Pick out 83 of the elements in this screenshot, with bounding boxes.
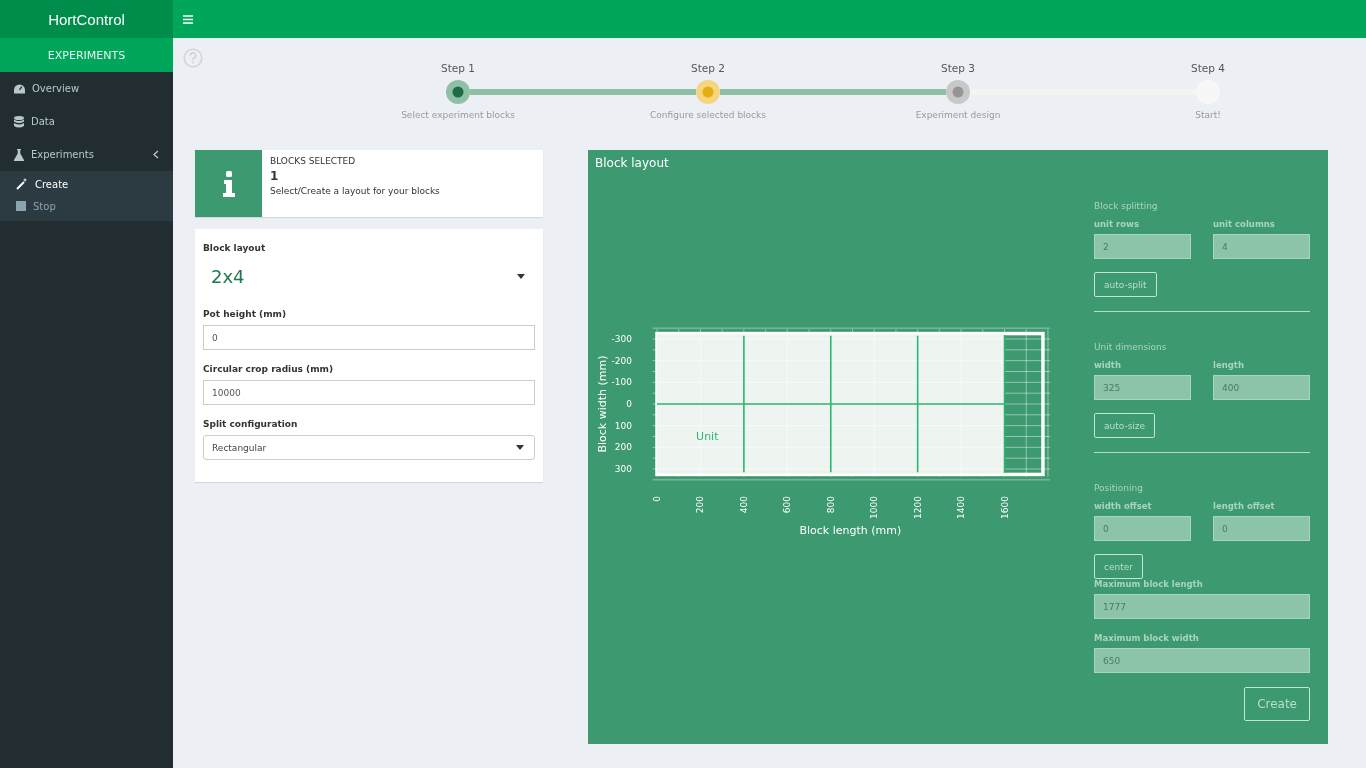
square-icon <box>16 201 26 211</box>
submenu-item[interactable]: Stop <box>0 195 173 217</box>
input-field[interactable]: 10000 <box>203 380 535 405</box>
help-icon[interactable] <box>183 48 203 68</box>
auto-split-button[interactable]: auto-split <box>1094 272 1157 297</box>
input-field[interactable]: 2 <box>1094 234 1191 259</box>
field-label: length <box>1213 360 1245 370</box>
app-title: HortControl <box>0 0 173 38</box>
y-tick-label: 0 <box>626 399 632 409</box>
x-tick-label: 600 <box>782 496 793 514</box>
step-caption: Experiment design <box>915 110 1001 120</box>
field-label: Pot height (mm) <box>203 309 288 319</box>
panel-title: Block layout <box>595 156 670 170</box>
submenu-item[interactable]: Create <box>0 173 173 195</box>
x-tick-label: 200 <box>695 496 706 514</box>
step-caption: Select experiment blocks <box>401 110 515 120</box>
info-value: 1 <box>270 169 280 183</box>
dashboard-icon <box>14 83 25 94</box>
step-marker[interactable] <box>946 80 970 104</box>
info-icon <box>222 170 235 197</box>
x-tick-label: 1000 <box>869 496 880 519</box>
y-tick-label: 100 <box>614 420 632 431</box>
step-title: Step 2 <box>691 62 725 74</box>
step-marker[interactable] <box>696 80 720 104</box>
center-button[interactable]: center <box>1094 554 1143 579</box>
field-label: Maximum block length <box>1094 579 1204 589</box>
y-tick-label: 300 <box>614 464 632 474</box>
section-heading: Unit dimensions <box>1094 342 1168 352</box>
chevron-icon <box>153 150 159 159</box>
y-tick-label: -300 <box>611 334 632 344</box>
x-tick-label: 1200 <box>912 496 923 519</box>
field-label: Split configuration <box>203 419 299 429</box>
input-field[interactable]: 0 <box>1094 516 1191 541</box>
database-icon <box>14 115 24 128</box>
step-marker[interactable] <box>446 80 470 104</box>
y-axis-title: Block width (mm) <box>596 355 609 453</box>
field-label: Circular crop radius (mm) <box>203 364 335 374</box>
input-field[interactable]: 4 <box>1213 234 1310 259</box>
info-title: BLOCKS SELECTED <box>270 156 357 166</box>
unit-label: Unit <box>696 429 719 443</box>
step-caption: Configure selected blocks <box>650 110 766 120</box>
section-heading: Positioning <box>1094 483 1144 493</box>
split-dropdown[interactable]: Rectangular <box>203 435 535 460</box>
flask-icon <box>14 148 24 161</box>
x-tick-label: 1400 <box>956 496 967 519</box>
caret-icon <box>517 273 525 279</box>
step-title: Step 1 <box>441 62 475 74</box>
step-title: Step 3 <box>941 62 975 74</box>
x-tick-label: 1600 <box>999 496 1010 519</box>
field-label: unit rows <box>1094 219 1140 229</box>
input-field[interactable]: 650 <box>1094 648 1310 673</box>
section-heading: Block splitting <box>1094 201 1159 211</box>
input-field[interactable]: 325 <box>1094 375 1191 400</box>
y-tick-label: -100 <box>611 377 632 388</box>
x-tick-label: 800 <box>825 496 836 514</box>
field-label: length offset <box>1213 501 1276 511</box>
create-button[interactable]: Create <box>1244 687 1310 721</box>
step-title: Step 4 <box>1191 62 1225 74</box>
input-field[interactable]: 0 <box>1213 516 1310 541</box>
field-label: Block layout <box>203 243 267 253</box>
field-label: Maximum block width <box>1094 633 1200 643</box>
layout-dropdown[interactable]: 2x4 <box>203 259 535 293</box>
x-tick-label: 400 <box>738 496 749 514</box>
caret-icon <box>516 445 524 450</box>
input-field[interactable]: 1777 <box>1094 594 1310 619</box>
menu-icon[interactable] <box>183 14 193 24</box>
sidebar-item[interactable]: Overview <box>0 72 173 105</box>
sidebar-item[interactable]: Data <box>0 105 173 138</box>
step-caption: Start! <box>1195 110 1221 120</box>
auto-size-button[interactable]: auto-size <box>1094 413 1156 438</box>
x-tick-label: 0 <box>652 496 662 502</box>
y-tick-label: -200 <box>611 355 632 366</box>
field-label: width offset <box>1094 501 1153 511</box>
y-tick-label: 200 <box>614 442 632 453</box>
input-field[interactable]: 400 <box>1213 375 1310 400</box>
sidebar-item[interactable]: Experiments <box>0 138 173 171</box>
field-label: unit columns <box>1213 219 1276 229</box>
input-field[interactable]: 0 <box>203 325 535 350</box>
section-title: EXPERIMENTS <box>0 38 173 72</box>
wand-icon <box>16 178 28 190</box>
info-text: Select/Create a layout for your blocks <box>270 186 440 196</box>
field-label: width <box>1094 360 1122 370</box>
x-axis-title: Block length (mm) <box>799 524 902 537</box>
